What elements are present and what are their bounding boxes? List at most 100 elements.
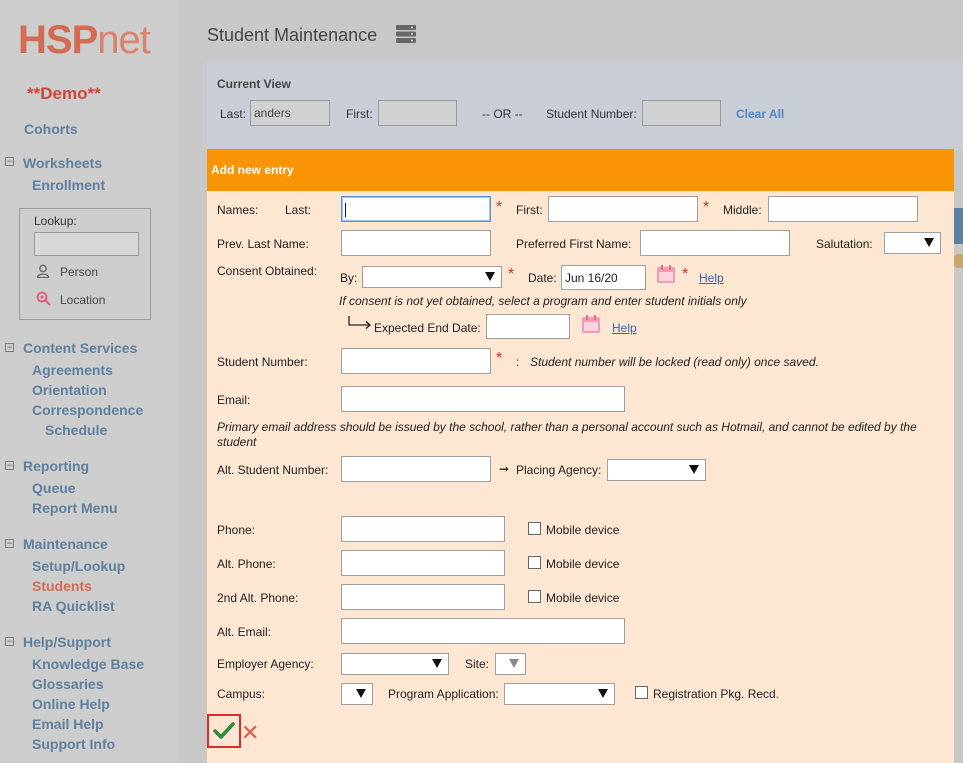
server-list-icon[interactable] bbox=[396, 25, 416, 43]
expected-end-date-label: Expected End Date: bbox=[374, 321, 481, 335]
current-view-title: Current View bbox=[217, 77, 291, 91]
collapse-reporting-icon[interactable]: − bbox=[5, 461, 14, 470]
location-search-icon bbox=[36, 291, 51, 306]
employer-agency-label: Employer Agency: bbox=[217, 657, 314, 671]
campus-select[interactable] bbox=[341, 683, 373, 705]
collapse-content-services-icon[interactable]: − bbox=[5, 343, 14, 352]
employer-agency-select[interactable] bbox=[341, 653, 449, 675]
nav-reporting[interactable]: Reporting bbox=[23, 458, 89, 474]
nav-worksheets[interactable]: Worksheets bbox=[23, 155, 102, 171]
lookup-input[interactable] bbox=[34, 232, 139, 256]
first-name-input[interactable] bbox=[548, 196, 698, 222]
lookup-location[interactable]: Location bbox=[60, 293, 105, 307]
middle-name-label: Middle: bbox=[723, 203, 762, 217]
nav-support-info[interactable]: Support Info bbox=[32, 736, 115, 752]
salutation-label: Salutation: bbox=[816, 237, 873, 251]
phone-mobile-label: Mobile device bbox=[546, 523, 620, 537]
lookup-title: Lookup: bbox=[34, 214, 77, 228]
chevron-down-icon bbox=[924, 238, 934, 247]
chevron-down-icon bbox=[689, 465, 699, 474]
nav-report-menu[interactable]: Report Menu bbox=[32, 500, 118, 516]
first-name-required: * bbox=[703, 199, 710, 216]
nav-queue[interactable]: Queue bbox=[32, 480, 76, 496]
collapse-maintenance-icon[interactable]: − bbox=[5, 539, 14, 548]
nav-cohorts[interactable]: Cohorts bbox=[24, 121, 78, 137]
student-number-label: Student Number: bbox=[217, 355, 308, 369]
nav-help-support[interactable]: Help/Support bbox=[23, 634, 111, 650]
add-entry-header: Add new entry bbox=[207, 149, 954, 191]
cv-student-number-label: Student Number: bbox=[546, 107, 637, 121]
nav-setup-lookup[interactable]: Setup/Lookup bbox=[32, 558, 125, 574]
campus-label: Campus: bbox=[217, 687, 266, 701]
nav-enrollment[interactable]: Enrollment bbox=[32, 177, 105, 193]
nav-online-help[interactable]: Online Help bbox=[32, 696, 110, 712]
arrow-right-icon: ➞ bbox=[499, 462, 510, 476]
alt-email-input[interactable] bbox=[341, 618, 625, 644]
nav-orientation[interactable]: Orientation bbox=[32, 382, 107, 398]
nav-content-services[interactable]: Content Services bbox=[23, 340, 137, 356]
expected-end-help-link[interactable]: Help bbox=[612, 321, 637, 335]
consent-by-select[interactable] bbox=[362, 266, 502, 288]
email-label: Email: bbox=[217, 393, 251, 407]
alt2-phone-label: 2nd Alt. Phone: bbox=[217, 591, 299, 605]
site-select[interactable] bbox=[495, 653, 526, 675]
email-input[interactable] bbox=[341, 386, 625, 412]
alt2-phone-mobile-checkbox[interactable] bbox=[528, 590, 541, 603]
collapse-worksheets-icon[interactable]: − bbox=[5, 157, 14, 166]
nav-knowledge-base[interactable]: Knowledge Base bbox=[32, 656, 144, 672]
phone-mobile-checkbox[interactable] bbox=[528, 522, 541, 535]
cv-last-input[interactable]: anders bbox=[250, 100, 330, 126]
edge-marker bbox=[954, 254, 963, 268]
alt-email-label: Alt. Email: bbox=[217, 625, 272, 639]
prev-last-name-input[interactable] bbox=[341, 230, 491, 256]
clear-all-link[interactable]: Clear All bbox=[736, 107, 784, 121]
alt-phone-mobile-checkbox[interactable] bbox=[528, 556, 541, 569]
salutation-select[interactable] bbox=[884, 232, 941, 254]
nav-email-help[interactable]: Email Help bbox=[32, 716, 104, 732]
placing-agency-label: Placing Agency: bbox=[516, 463, 602, 477]
student-number-input[interactable] bbox=[341, 348, 491, 374]
phone-input[interactable] bbox=[341, 516, 505, 542]
lookup-person[interactable]: Person bbox=[60, 265, 98, 279]
nav-maintenance[interactable]: Maintenance bbox=[23, 536, 108, 552]
consent-date-input[interactable]: Jun 16/20 bbox=[561, 265, 646, 290]
cv-first-input[interactable] bbox=[378, 100, 457, 126]
consent-help-link[interactable]: Help bbox=[699, 271, 724, 285]
consent-note: If consent is not yet obtained, select a… bbox=[339, 294, 747, 308]
last-name-label: Last: bbox=[285, 203, 312, 217]
cv-last-label: Last: bbox=[220, 107, 247, 121]
expected-end-date-input[interactable] bbox=[486, 314, 570, 339]
registration-pkg-label: Registration Pkg. Recd. bbox=[653, 687, 780, 701]
calendar-icon[interactable] bbox=[656, 264, 676, 284]
lookup-box: Lookup: Person Location bbox=[19, 208, 151, 320]
add-entry-panel: Add new entry Names: Last: * First: * Mi… bbox=[207, 149, 954, 763]
add-entry-title: Add new entry bbox=[211, 163, 294, 177]
placing-agency-select[interactable] bbox=[607, 459, 706, 481]
cancel-button[interactable]: ✕ bbox=[241, 720, 259, 746]
email-note: Primary email address should be issued b… bbox=[217, 420, 917, 449]
alt-phone-input[interactable] bbox=[341, 550, 505, 576]
preferred-first-name-input[interactable] bbox=[640, 230, 790, 256]
alt2-phone-input[interactable] bbox=[341, 584, 505, 610]
cv-student-number-input[interactable] bbox=[642, 100, 721, 126]
registration-pkg-checkbox[interactable] bbox=[635, 686, 648, 699]
nav-schedule[interactable]: Schedule bbox=[45, 422, 107, 438]
middle-name-input[interactable] bbox=[768, 196, 918, 222]
cv-or-label: -- OR -- bbox=[482, 107, 523, 121]
nav-ra-quicklist[interactable]: RA Quicklist bbox=[32, 598, 115, 614]
program-application-select[interactable] bbox=[504, 683, 615, 705]
nav-glossaries[interactable]: Glossaries bbox=[32, 676, 104, 692]
hspnet-logo[interactable]: HSPnet bbox=[18, 18, 151, 63]
calendar-icon[interactable] bbox=[581, 314, 601, 334]
last-name-input[interactable] bbox=[341, 196, 491, 222]
check-icon bbox=[213, 722, 235, 739]
alt-student-number-input[interactable] bbox=[341, 456, 491, 482]
consent-date-label: Date: bbox=[528, 271, 557, 285]
nav-students[interactable]: Students bbox=[32, 578, 92, 594]
nav-correspondence[interactable]: Correspondence bbox=[32, 402, 143, 418]
collapse-help-icon[interactable]: − bbox=[5, 637, 14, 646]
save-button[interactable] bbox=[207, 714, 241, 748]
consent-date-required: * bbox=[682, 266, 689, 283]
nav-agreements[interactable]: Agreements bbox=[32, 362, 113, 378]
consent-obtained-label: Consent Obtained: bbox=[217, 264, 318, 278]
